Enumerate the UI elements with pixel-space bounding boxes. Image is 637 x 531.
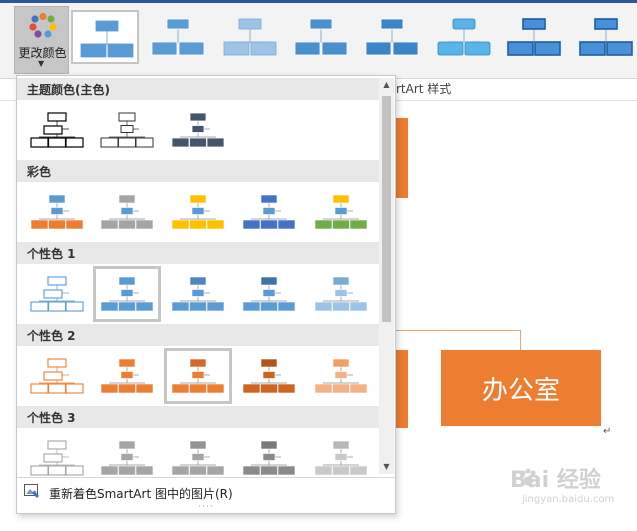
org-chart-thumbnail-icon — [171, 194, 225, 230]
color-variant-option[interactable] — [307, 348, 375, 404]
color-section-header: 个性色 1 — [17, 242, 379, 264]
org-chart-thumbnail-icon — [314, 194, 368, 230]
color-section-title: 主题颜色(主色) — [27, 83, 110, 97]
org-chart-thumbnail-icon — [314, 440, 368, 476]
color-variant-option[interactable] — [23, 184, 91, 240]
smartart-style-thumbnail-icon — [151, 18, 205, 56]
scroll-up-icon[interactable]: ▲ — [379, 78, 394, 92]
color-variant-option[interactable] — [164, 266, 232, 322]
paragraph-mark: ↵ — [603, 426, 612, 437]
ribbon-accent-line — [0, 0, 637, 3]
smartart-style-option[interactable] — [144, 10, 212, 64]
color-variant-option[interactable] — [23, 348, 91, 404]
chevron-down-icon: ▼ — [38, 59, 45, 68]
smartart-style-thumbnail-icon — [294, 18, 348, 56]
color-variant-option[interactable] — [23, 102, 91, 158]
org-chart-thumbnail-icon — [171, 358, 225, 394]
ribbon: 更改颜色 ▼ — [0, 0, 637, 79]
color-variant-option[interactable] — [93, 184, 161, 240]
color-variant-option[interactable] — [93, 102, 161, 158]
color-variant-option[interactable] — [307, 266, 375, 322]
color-section-title: 个性色 3 — [27, 411, 76, 425]
change-color-button[interactable]: 更改颜色 ▼ — [14, 6, 69, 74]
org-chart-thumbnail-icon — [100, 112, 154, 148]
recolor-pictures-label: 重新着色SmartArt 图中的图片(R) — [49, 487, 233, 501]
color-section-header: 个性色 2 — [17, 324, 379, 346]
watermark-url: jingyan.baidu.com — [522, 494, 615, 505]
smartart-style-thumbnail-icon — [80, 20, 134, 58]
color-section-header: 个性色 3 — [17, 406, 379, 428]
smartart-style-option[interactable] — [430, 10, 498, 64]
color-variant-option[interactable] — [235, 184, 303, 240]
color-variant-option[interactable] — [93, 266, 161, 322]
color-variant-option[interactable] — [93, 348, 161, 404]
org-chart-thumbnail-icon — [242, 194, 296, 230]
org-chart-thumbnail-icon — [100, 358, 154, 394]
smartart-style-option[interactable] — [216, 10, 284, 64]
org-chart-thumbnail-icon — [100, 276, 154, 312]
recolor-picture-icon — [24, 484, 39, 498]
org-chart-thumbnail-icon — [171, 112, 225, 148]
org-chart-thumbnail-icon — [100, 440, 154, 476]
color-variant-option[interactable] — [235, 348, 303, 404]
color-variant-option[interactable] — [164, 348, 232, 404]
menu-divider — [17, 477, 395, 478]
org-chart-thumbnail-icon — [242, 276, 296, 312]
smartart-style-option[interactable] — [358, 10, 426, 64]
scrollbar-thumb[interactable] — [382, 96, 391, 322]
color-variant-option[interactable] — [164, 184, 232, 240]
org-connector-horizontal — [395, 330, 521, 331]
recolor-pictures-menu-item[interactable]: 重新着色SmartArt 图中的图片(R) — [17, 480, 395, 504]
palette-icon — [29, 13, 57, 38]
org-chart-thumbnail-icon — [100, 194, 154, 230]
smartart-style-option[interactable] — [500, 10, 568, 64]
smartart-style-option[interactable] — [71, 10, 139, 64]
baidu-watermark: Bai 经验 jingyan.baidu.com — [482, 458, 632, 514]
org-chart-thumbnail-icon — [30, 358, 84, 394]
color-section-title: 个性色 1 — [27, 247, 76, 261]
smartart-style-option[interactable] — [287, 10, 355, 64]
change-color-dropdown: 主题颜色(主色) 彩色个性色 1 个性色 2 个性色 3 ▲ ▼ 重新着色SmartA… — [16, 75, 396, 514]
resize-grip[interactable]: ···· — [17, 503, 395, 512]
org-connector-vertical — [520, 330, 521, 350]
color-variant-option[interactable] — [307, 184, 375, 240]
color-variant-option[interactable] — [164, 102, 232, 158]
smartart-style-thumbnail-icon — [223, 18, 277, 56]
color-section-header: 彩色 — [17, 160, 379, 182]
org-chart-thumbnail-icon — [171, 440, 225, 476]
org-chart-thumbnail-icon — [242, 440, 296, 476]
watermark-text: Bai 经验 — [510, 468, 601, 493]
org-chart-thumbnail-icon — [171, 276, 225, 312]
org-chart-thumbnail-icon — [30, 112, 84, 148]
org-chart-thumbnail-icon — [242, 358, 296, 394]
scroll-down-icon[interactable]: ▼ — [379, 460, 394, 474]
smartart-style-thumbnail-icon — [365, 18, 419, 56]
dropdown-scrollbar[interactable]: ▲ ▼ — [379, 78, 394, 474]
color-section-title: 彩色 — [27, 165, 52, 179]
smartart-style-thumbnail-icon — [507, 18, 561, 56]
color-section-title: 个性色 2 — [27, 329, 76, 343]
smartart-style-option[interactable] — [572, 10, 637, 64]
color-variant-option[interactable] — [23, 266, 91, 322]
org-chart-thumbnail-icon — [30, 440, 84, 476]
color-variant-option[interactable] — [235, 266, 303, 322]
smartart-style-thumbnail-icon — [437, 18, 491, 56]
smartart-style-thumbnail-icon — [579, 18, 633, 56]
color-section-header: 主题颜色(主色) — [17, 78, 379, 100]
org-chart-thumbnail-icon — [314, 276, 368, 312]
org-chart-thumbnail-icon — [30, 194, 84, 230]
org-chart-thumbnail-icon — [314, 358, 368, 394]
org-chart-office-shape[interactable]: 办公室 — [441, 350, 601, 426]
org-chart-thumbnail-icon — [30, 276, 84, 312]
